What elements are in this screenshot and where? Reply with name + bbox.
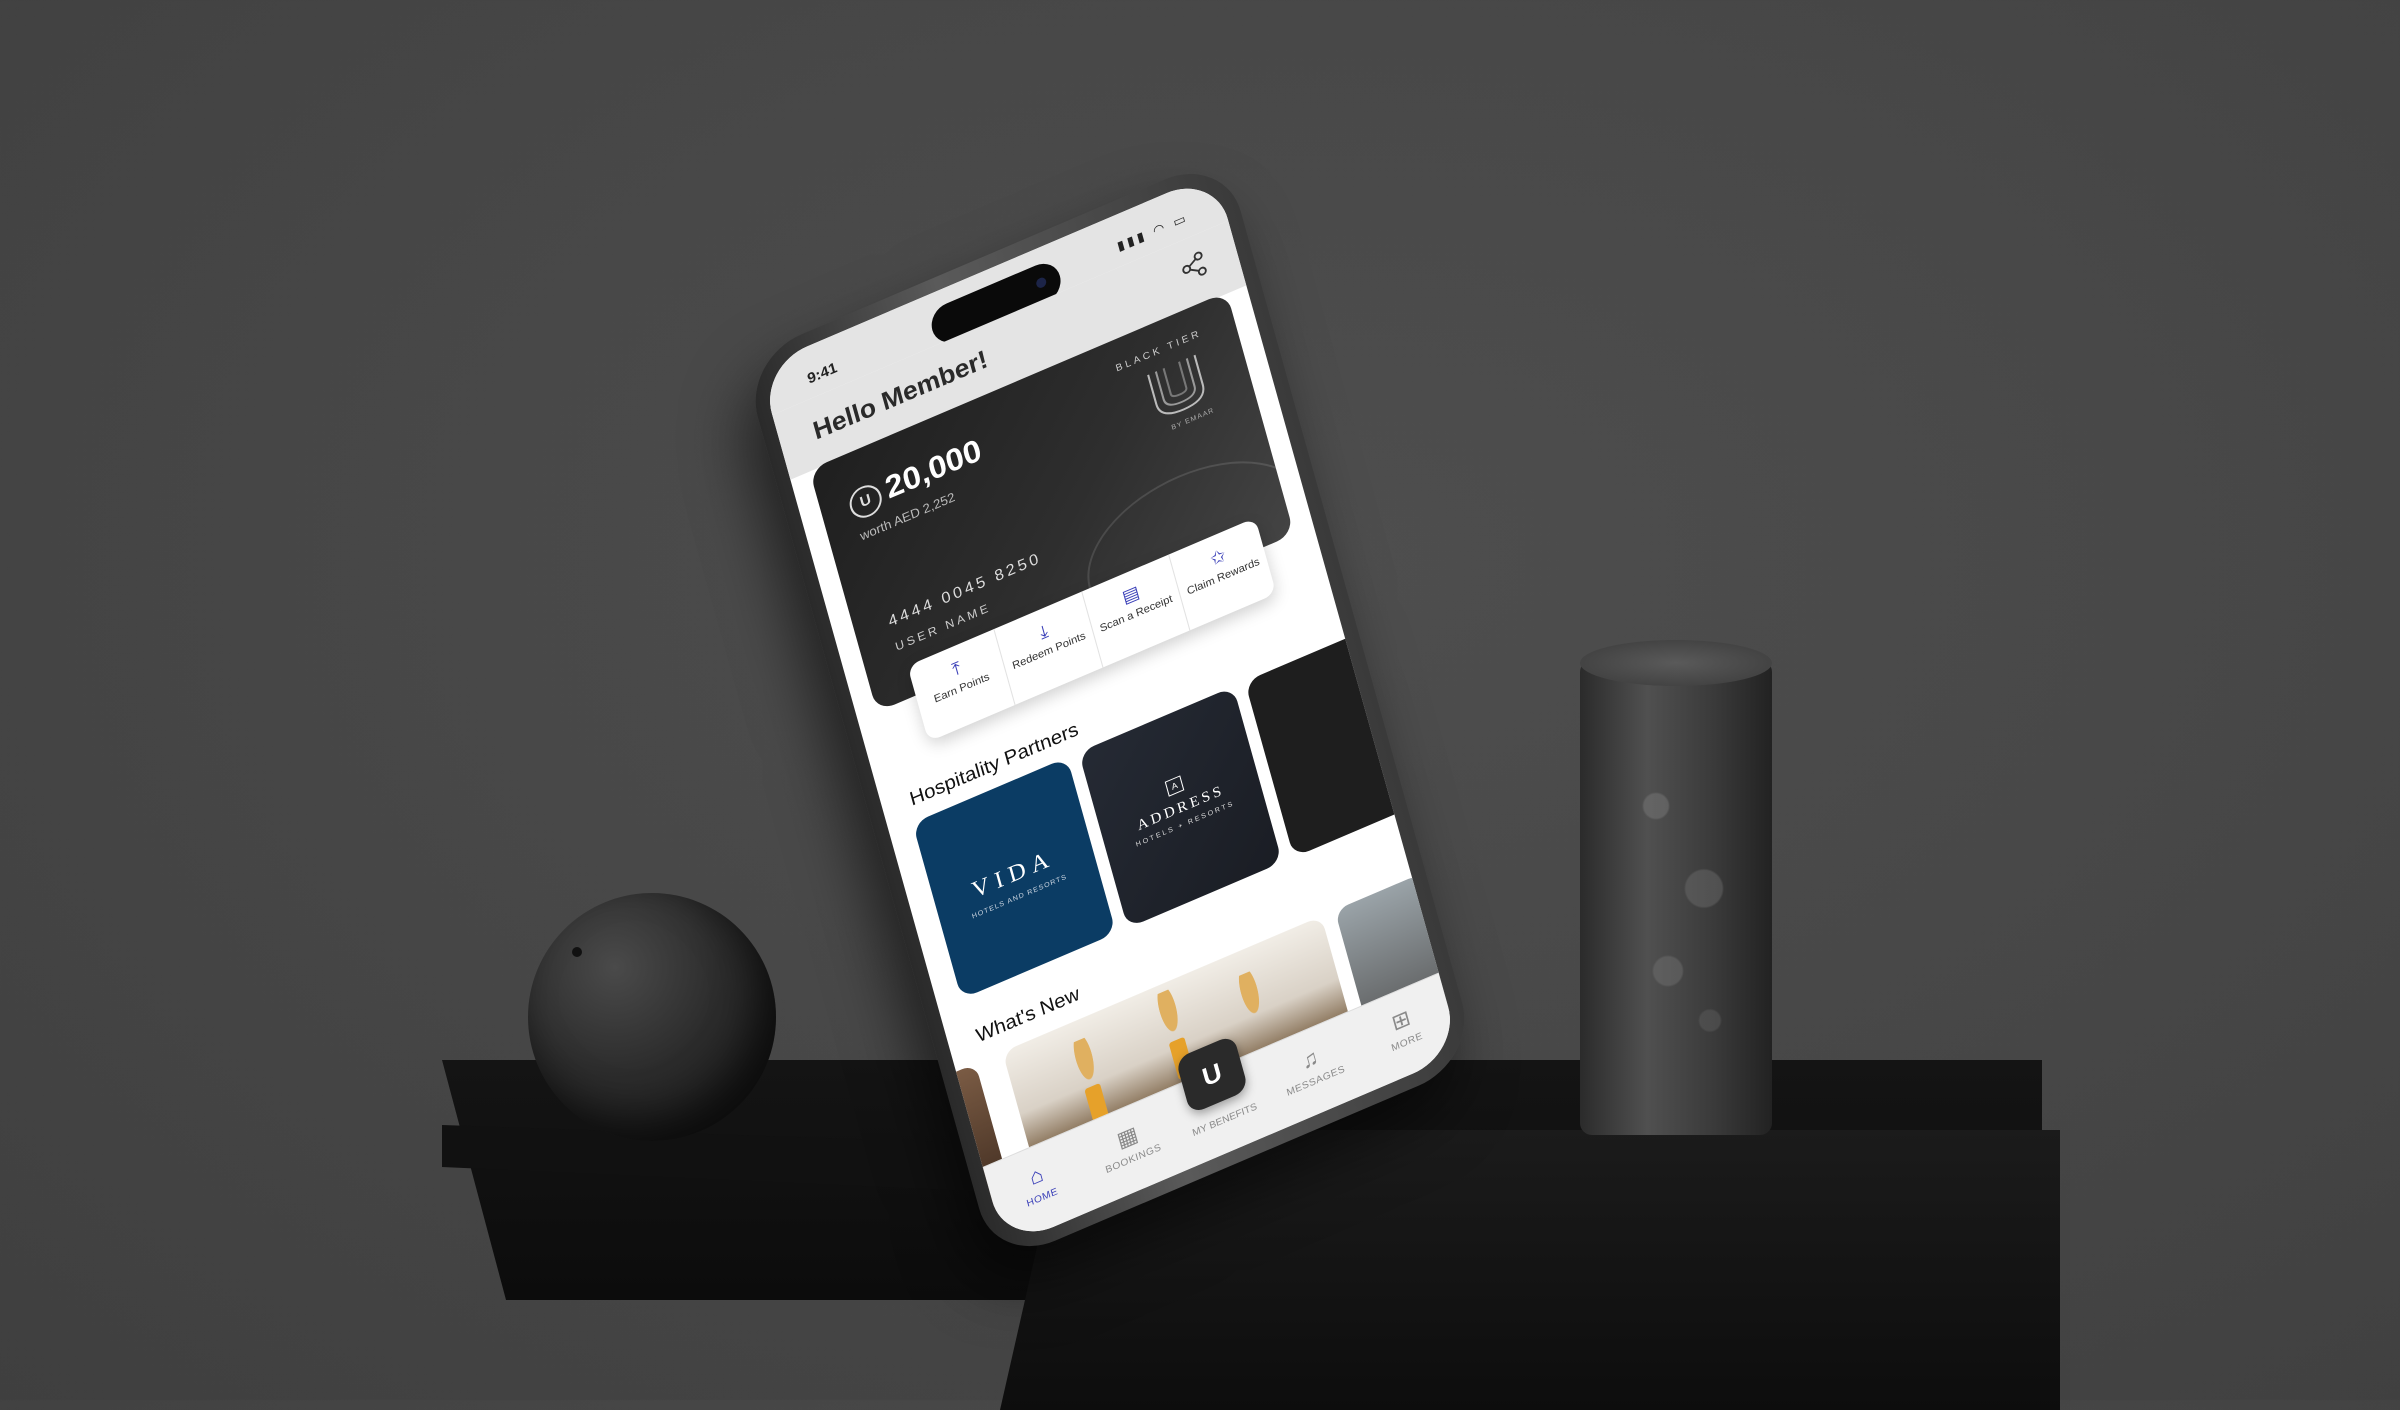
partner-card-address[interactable]: A ADDRESS HOTELS + RESORTS (1078, 686, 1283, 929)
status-time: 9:41 (805, 359, 840, 388)
cylinder-texture (1620, 740, 1740, 1070)
decor-sphere (528, 893, 776, 1141)
decor-cylinder (1580, 640, 1772, 1135)
cylinder-top (1580, 640, 1772, 686)
sphere-hole (572, 947, 582, 957)
address-logo-icon: A (1164, 775, 1185, 797)
points-balance: 20,000 (881, 431, 986, 506)
share-icon[interactable] (1176, 248, 1210, 285)
camera-dot (1035, 276, 1048, 290)
news-image-decor (1230, 967, 1274, 1035)
points-coin-icon: U (846, 480, 886, 523)
